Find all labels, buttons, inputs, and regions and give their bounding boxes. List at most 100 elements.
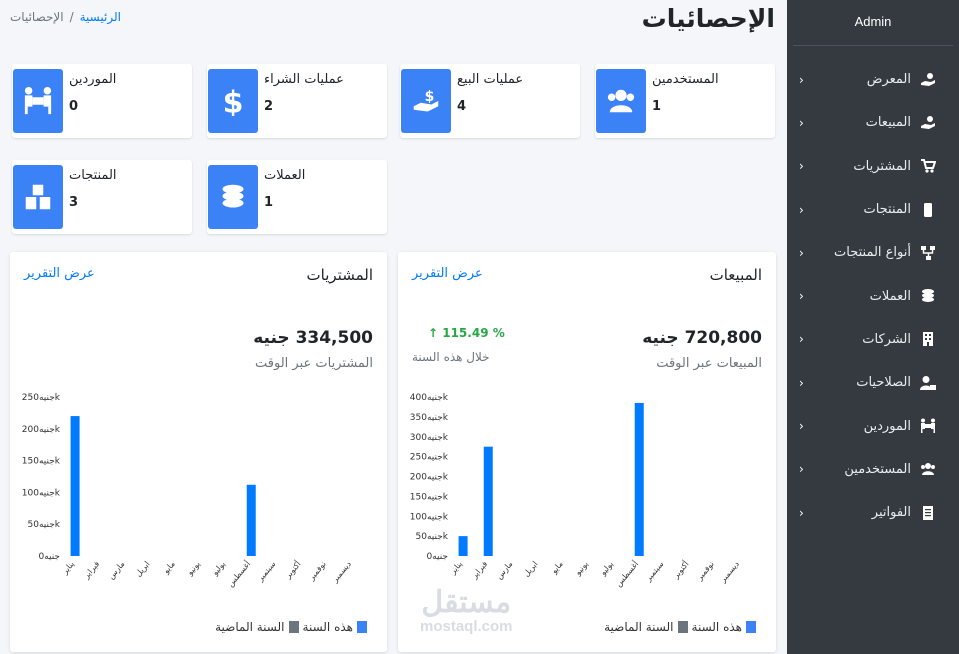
sidebar-item-label: المبيعات bbox=[865, 115, 911, 131]
legend-label-this-year: هذه السنة bbox=[691, 620, 742, 634]
stat-value: 0 bbox=[69, 99, 79, 114]
x-tick-label: ابريل bbox=[522, 560, 540, 579]
sidebar-item-label: الشركات bbox=[862, 331, 911, 347]
legend-swatch-this-year bbox=[746, 621, 756, 633]
stat-value: 3 bbox=[69, 195, 79, 210]
building-icon bbox=[919, 330, 937, 348]
stat-box-suppliers[interactable]: الموردين 0 bbox=[12, 64, 192, 138]
sidebar-item-product-types[interactable]: أنواع المنتجات ‹ bbox=[787, 231, 959, 274]
stat-box-sales-ops[interactable]: $ عمليات البيع 4 bbox=[400, 64, 580, 138]
legend-label-this-year: هذه السنة bbox=[302, 620, 353, 634]
bar-this-year bbox=[483, 446, 493, 556]
sales-bar-chart: جنيه0 جنيه50k جنيه100k جنيه150k جنيه200k جنيه… bbox=[410, 393, 741, 589]
y-tick-label: جنيه250k bbox=[410, 453, 449, 463]
chevron-left-icon: ‹ bbox=[799, 245, 804, 260]
page-title: الإحصائيات bbox=[641, 4, 775, 33]
breadcrumb-separator: / bbox=[69, 10, 74, 24]
sidebar-item-label: الموردين bbox=[863, 418, 911, 434]
sidebar-item-label: المعرض bbox=[866, 72, 911, 88]
sidebar-user-name[interactable]: Admin bbox=[793, 0, 953, 46]
x-tick-label: يوليو bbox=[210, 560, 227, 578]
people-carry-icon bbox=[919, 417, 937, 435]
stat-label: المنتجات bbox=[69, 168, 117, 183]
sidebar-item-label: المستخدمين bbox=[844, 461, 911, 477]
breadcrumb-home-link[interactable]: الرئيسية bbox=[80, 10, 121, 24]
stat-label: الموردين bbox=[69, 72, 117, 87]
stat-label: العملات bbox=[264, 168, 306, 183]
sidebar-item-permissions[interactable]: الصلاحيات ‹ bbox=[787, 361, 959, 404]
y-tick-label: جنيه0 bbox=[426, 552, 448, 562]
x-tick-label: مارس bbox=[494, 560, 514, 581]
sidebar-item-companies[interactable]: الشركات ‹ bbox=[787, 318, 959, 361]
legend-swatch-this-year bbox=[357, 621, 367, 633]
stat-value: 2 bbox=[264, 99, 274, 114]
main-content: الإحصائيات الرئيسية / الإحصائيات المستخد… bbox=[0, 0, 787, 654]
x-tick-label: أغسطس bbox=[613, 559, 640, 589]
watermark-arabic: مستقل bbox=[421, 586, 512, 619]
bar-this-year bbox=[634, 402, 644, 556]
coins-icon bbox=[919, 287, 937, 305]
x-tick-label: ديسمبر bbox=[330, 559, 353, 585]
sidebar-item-suppliers[interactable]: الموردين ‹ bbox=[787, 404, 959, 447]
sidebar-item-label: الصلاحيات bbox=[856, 375, 911, 391]
sidebar-item-purchases[interactable]: المشتريات ‹ bbox=[787, 145, 959, 188]
legend-label-last-year: السنة الماضية bbox=[604, 620, 674, 634]
legend-swatch-last-year bbox=[677, 621, 688, 633]
chevron-left-icon: ‹ bbox=[799, 375, 804, 390]
stat-label: عمليات الشراء bbox=[264, 72, 344, 87]
x-tick-label: مايو bbox=[161, 560, 177, 577]
stat-value: 1 bbox=[264, 195, 274, 210]
x-tick-label: فبراير bbox=[81, 559, 101, 581]
bar-this-year bbox=[70, 416, 80, 556]
y-tick-label: جنيه200k bbox=[22, 425, 61, 435]
sidebar-item-label: أنواع المنتجات bbox=[834, 245, 911, 261]
sidebar-item-invoices[interactable]: الفواتير ‹ bbox=[787, 491, 959, 534]
y-tick-label: جنيه100k bbox=[22, 488, 61, 498]
chevron-left-icon: ‹ bbox=[799, 159, 804, 174]
people-carry-icon bbox=[13, 69, 63, 133]
x-tick-label: يوليو bbox=[598, 560, 615, 578]
y-tick-label: جنيه100k bbox=[410, 512, 449, 522]
chevron-left-icon: ‹ bbox=[799, 115, 804, 130]
stat-box-products[interactable]: المنتجات 3 bbox=[12, 160, 192, 234]
watermark-latin: mostaql.com bbox=[420, 618, 513, 635]
legend-label-last-year: السنة الماضية bbox=[215, 620, 285, 634]
cart-plus-icon bbox=[919, 157, 937, 175]
x-tick-label: نوفمبر bbox=[694, 560, 715, 583]
x-tick-label: يونيو bbox=[185, 560, 202, 578]
sidebar-item-sales[interactable]: المبيعات ‹ bbox=[787, 101, 959, 144]
x-tick-label: فبراير bbox=[469, 559, 489, 581]
y-tick-label: جنيه150k bbox=[22, 457, 61, 467]
purchases-bar-chart: جنيه0 جنيه50k جنيه100k جنيه150k جنيه200k جنيه… bbox=[22, 393, 353, 589]
sidebar-item-currencies[interactable]: العملات ‹ bbox=[787, 274, 959, 317]
sitemap-icon bbox=[919, 244, 937, 262]
chart-legend: هذه السنة السنة الماضية bbox=[604, 620, 756, 634]
y-tick-label: جنيه150k bbox=[410, 492, 449, 502]
chevron-left-icon: ‹ bbox=[799, 289, 804, 304]
hand-holding-dollar-icon bbox=[919, 114, 937, 132]
y-tick-label: جنيه400k bbox=[410, 393, 449, 403]
sidebar-item-label: المنتجات bbox=[863, 202, 911, 218]
sidebar-item-users[interactable]: المستخدمين ‹ bbox=[787, 448, 959, 491]
stat-box-currencies[interactable]: العملات 1 bbox=[207, 160, 387, 234]
stat-box-purchase-ops[interactable]: $ عمليات الشراء 2 bbox=[207, 64, 387, 138]
stat-label: عمليات البيع bbox=[457, 72, 524, 87]
x-tick-label: يونيو bbox=[573, 560, 590, 578]
x-tick-label: أكتوبر bbox=[282, 559, 303, 581]
chevron-left-icon: ‹ bbox=[799, 202, 804, 217]
x-tick-label: مايو bbox=[549, 560, 565, 577]
x-tick-label: ابريل bbox=[134, 560, 152, 579]
sidebar-item-products[interactable]: المنتجات ‹ bbox=[787, 188, 959, 231]
breadcrumb-current: الإحصائيات bbox=[10, 10, 64, 24]
sidebar-menu: المعرض ‹ المبيعات ‹ المشتريات ‹ المنتجات… bbox=[787, 58, 959, 534]
x-tick-label: يناير bbox=[60, 560, 76, 577]
stat-box-users[interactable]: المستخدمين 1 bbox=[595, 64, 775, 138]
chevron-left-icon: ‹ bbox=[799, 505, 804, 520]
sidebar-item-gallery[interactable]: المعرض ‹ bbox=[787, 58, 959, 101]
x-tick-label: مارس bbox=[106, 560, 126, 581]
watermark-logo: مستقل mostaql.com bbox=[420, 586, 513, 636]
x-tick-label: سبتمبر bbox=[255, 559, 278, 583]
user-lock-icon bbox=[919, 374, 937, 392]
chevron-left-icon: ‹ bbox=[799, 332, 804, 347]
hand-holding-dollar-icon bbox=[919, 71, 937, 89]
